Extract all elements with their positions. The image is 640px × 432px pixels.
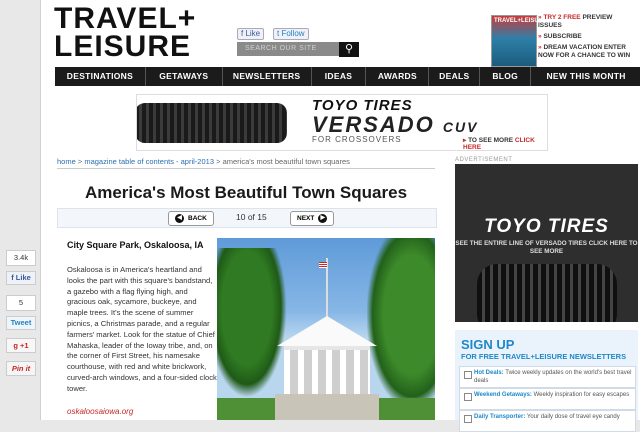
gazebo-body (284, 346, 370, 398)
tree-right (367, 238, 435, 408)
breadcrumb-issue[interactable]: magazine table of contents - april-2013 (84, 157, 214, 166)
sidebar-ad-sub: SEE THE ENTIRE LINE OF VERSADO TIRES CLI… (455, 240, 638, 255)
breadcrumb-current: america's most beautiful town squares (222, 157, 350, 166)
nav-item-destinations[interactable]: DESTINATIONS (55, 67, 146, 86)
facebook-like-share[interactable]: f Like (6, 271, 36, 285)
ad-cta[interactable]: ▸ TO SEE MORE CLICK HERE (463, 136, 547, 150)
slide-title: City Square Park, Oskaloosa, IA (67, 240, 204, 250)
arrow-right-icon: ▶ (318, 213, 328, 223)
search-input[interactable]: SEARCH OUR SITE (237, 42, 347, 56)
nav-item-awards[interactable]: AWARDS (366, 67, 430, 86)
gazebo-roof (277, 316, 377, 346)
divider (57, 168, 435, 169)
facebook-count: 3.4k (6, 250, 36, 266)
facebook-like-button[interactable]: f Like (237, 28, 265, 40)
promo-sweepstakes-link[interactable]: » DREAM VACATION ENTER NOW FOR A CHANCE … (538, 44, 638, 60)
nav-item-ideas[interactable]: IDEAS (312, 67, 367, 86)
nav-item-getaways[interactable]: GETAWAYS (146, 67, 223, 86)
tire-image (137, 103, 287, 143)
gazebo-base (275, 394, 379, 420)
google-plus-button[interactable]: g +1 (6, 338, 36, 353)
nav-item-new-this-month[interactable]: NEW THIS MONTH (531, 67, 640, 86)
sidebar-ad-brand: TOYO TIRES (484, 216, 609, 237)
nav-item-newsletters[interactable]: NEWSLETTERS (223, 67, 312, 86)
back-button[interactable]: ◀ BACK (168, 211, 214, 226)
main-nav: DESTINATIONS GETAWAYS NEWSLETTERS IDEAS … (55, 67, 640, 86)
signup-subtitle: FOR FREE TRAVEL+LEISURE NEWSLETTERS (461, 352, 627, 361)
ad-subline: FOR CROSSOVERS (312, 135, 402, 144)
sidebar-ad[interactable]: TOYO TIRES SEE THE ENTIRE LINE OF VERSAD… (455, 164, 638, 322)
tweet-button[interactable]: Tweet (6, 316, 36, 330)
sidebar-tire-image (477, 264, 617, 322)
newsletter-option[interactable]: Hot Deals: Twice weekly updates on the w… (459, 366, 636, 388)
site-logo[interactable]: TRAVEL+ LEISURE (54, 2, 197, 63)
logo-line1: TRAVEL+ (54, 2, 197, 35)
ad-cta-arrow-icon: ▸ (463, 137, 467, 144)
nav-item-deals[interactable]: DEALS (429, 67, 481, 86)
tweet-count: 5 (6, 295, 36, 311)
page-title: America's Most Beautiful Town Squares (84, 183, 408, 202)
gazebo-photo (217, 238, 435, 420)
banner-ad[interactable]: TOYO TIRES VERSADO CUV FOR CROSSOVERS ▸ … (136, 94, 548, 151)
signup-title: SIGN UP (461, 337, 515, 352)
checkbox[interactable] (464, 415, 472, 423)
search-icon: ⚲ (344, 43, 354, 55)
checkbox[interactable] (464, 371, 472, 379)
advertisement-label: ADVERTISEMENT (455, 157, 513, 163)
social-share-bar: 3.4k f Like 5 Tweet g +1 Pin it (6, 250, 36, 381)
arrow-left-icon: ◀ (175, 213, 184, 223)
magazine-cover-image[interactable]: TRAVEL+LEISURE (491, 15, 547, 67)
newsletter-option[interactable]: Daily Transporter: Your daily dose of tr… (459, 410, 636, 432)
external-link[interactable]: oskaloosaiowa.org (67, 407, 133, 416)
next-button[interactable]: NEXT ▶ (290, 211, 335, 226)
newsletter-signup: SIGN UP FOR FREE TRAVEL+LEISURE NEWSLETT… (455, 330, 638, 432)
pin-it-button[interactable]: Pin it (6, 361, 36, 376)
page: TRAVEL+ LEISURE f Like t Follow SEARCH O… (40, 0, 640, 432)
subscription-promo: » TRY 2 FREE PREVIEW ISSUES » SUBSCRIBE … (538, 14, 638, 63)
breadcrumb-home[interactable]: home (57, 157, 76, 166)
slide-description: Oskaloosa is in America's heartland and … (67, 265, 217, 393)
promo-subscribe-link[interactable]: » SUBSCRIBE (538, 33, 638, 41)
logo-line2: LEISURE (54, 30, 192, 63)
page-counter: 10 of 15 (236, 212, 267, 222)
checkbox[interactable] (464, 393, 472, 401)
nav-item-blog[interactable]: BLOG (480, 67, 532, 86)
twitter-follow-button[interactable]: t Follow (273, 28, 309, 40)
promo-preview-link[interactable]: » TRY 2 FREE PREVIEW ISSUES (538, 14, 638, 30)
flag (319, 262, 327, 268)
newsletter-option[interactable]: Weekend Getaways: Weekly inspiration for… (459, 388, 636, 410)
slideshow-pager: ◀ BACK 10 of 15 NEXT ▶ (57, 208, 437, 228)
breadcrumb: home > magazine table of contents - apri… (57, 157, 350, 166)
search-button[interactable]: ⚲ (339, 42, 359, 57)
